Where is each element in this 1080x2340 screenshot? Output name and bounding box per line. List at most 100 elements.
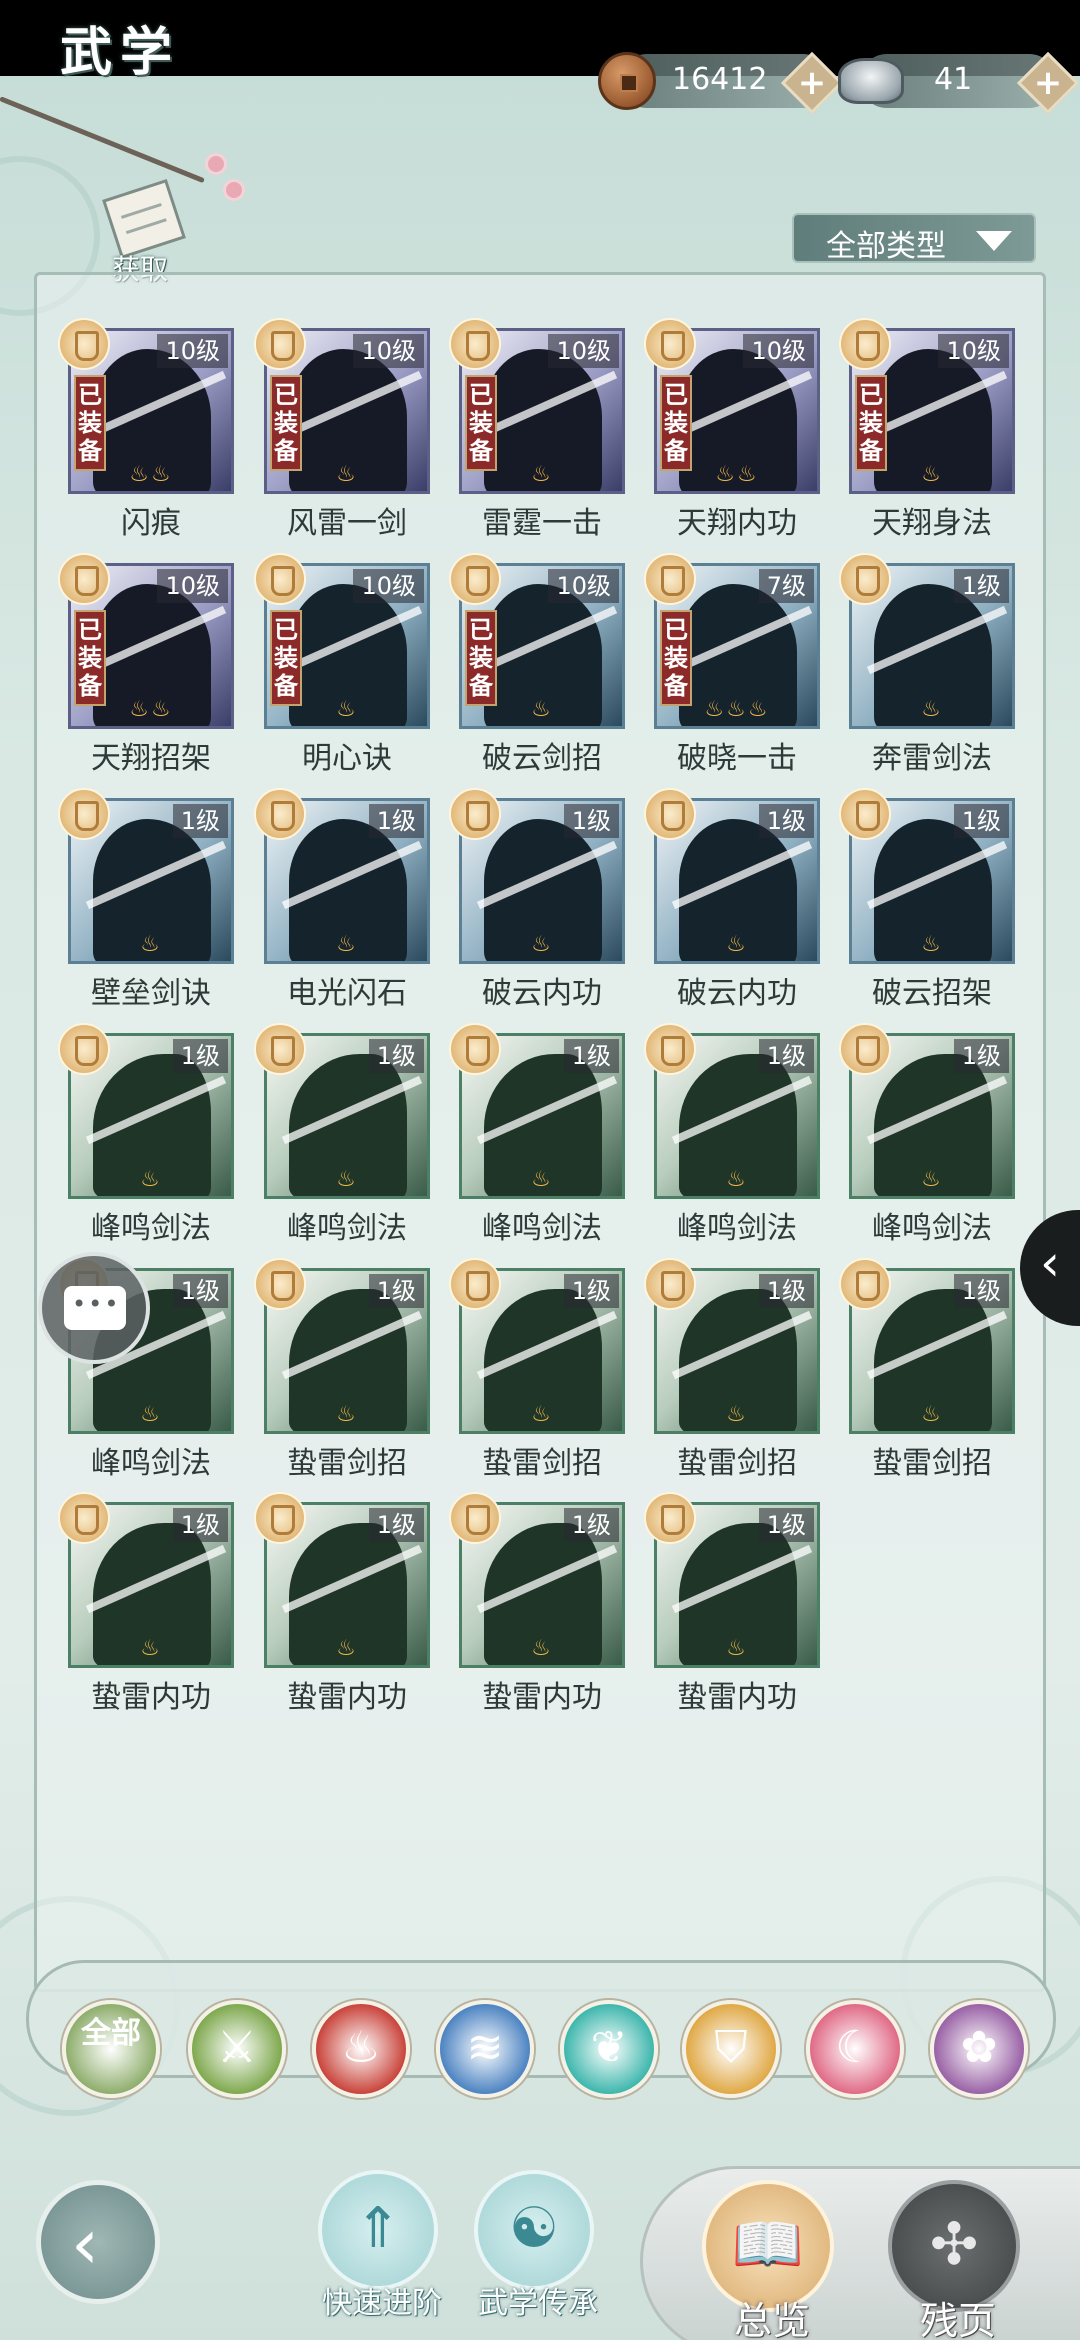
skill-card[interactable]: 1级 ♨ 破云内功: [449, 788, 625, 1013]
flame-rank-icon: ♨: [336, 1402, 358, 1427]
tab-overview[interactable]: 📖 总览: [702, 2180, 834, 2340]
inherit-button[interactable]: ☯ 武学传承: [474, 2170, 598, 2321]
flame-rank-icon: ♨: [140, 1167, 162, 1192]
skill-card[interactable]: 10级 已装备 ♨♨ 闪痕: [58, 318, 234, 543]
skill-card[interactable]: 10级 已装备 ♨♨ 天翔招架: [58, 553, 234, 778]
category-wave-button[interactable]: ≋: [436, 2000, 534, 2098]
category-moon-button[interactable]: ☾: [806, 2000, 904, 2098]
skill-name: 蛰雷剑招: [677, 1446, 797, 1481]
category-fire-button[interactable]: ♨: [312, 2000, 410, 2098]
skill-card[interactable]: 1级 ♨ 蛰雷剑招: [254, 1258, 430, 1483]
skill-card[interactable]: 1级 ♨ 蛰雷剑招: [839, 1258, 1015, 1483]
skill-card[interactable]: 1级 ♨ 蛰雷内功: [254, 1492, 430, 1717]
category-shield-button[interactable]: ⛉: [682, 2000, 780, 2098]
flame-rank-icon: ♨: [531, 1167, 553, 1192]
skill-card[interactable]: 1级 ♨ 蛰雷剑招: [644, 1258, 820, 1483]
skill-name: 破云招架: [872, 976, 992, 1011]
equipped-tag: 已装备: [660, 375, 692, 471]
shield-medal-icon: [839, 788, 891, 840]
skill-card[interactable]: 7级 已装备 ♨♨♨ 破晓一击: [644, 553, 820, 778]
skill-level-badge: 1级: [758, 1274, 814, 1308]
skill-card[interactable]: 1级 ♨ 奔雷剑法: [839, 553, 1015, 778]
flame-rank-icon: ♨: [531, 1402, 553, 1427]
skill-card[interactable]: 1级 ♨ 峰鸣剑法: [839, 1023, 1015, 1248]
skill-name: 峰鸣剑法: [677, 1211, 797, 1246]
flame-rank-icon: ♨: [531, 932, 553, 957]
category-all-button[interactable]: 全部: [62, 2000, 160, 2098]
skill-card[interactable]: 10级 已装备 ♨ 雷霆一击: [449, 318, 625, 543]
flame-rank-icon: ♨: [921, 932, 943, 957]
back-icon: ‹: [71, 2203, 99, 2285]
skill-level-badge: 1级: [172, 1274, 228, 1308]
flame-rank-icon: ♨: [921, 1402, 943, 1427]
skill-card[interactable]: 1级 ♨ 破云内功: [644, 788, 820, 1013]
skill-name: 峰鸣剑法: [287, 1211, 407, 1246]
skill-level-badge: 10级: [157, 334, 228, 368]
tab-overview-label: 总览: [733, 2299, 810, 2340]
category-rose-button[interactable]: ✿: [930, 2000, 1028, 2098]
shield-medal-icon: [58, 1023, 110, 1075]
skill-card[interactable]: 1级 ♨ 电光闪石: [254, 788, 430, 1013]
skill-level-badge: 1级: [563, 1039, 619, 1073]
skill-name: 蛰雷剑招: [482, 1446, 602, 1481]
blossom-decoration: [226, 182, 242, 198]
shield-medal-icon: [58, 788, 110, 840]
skill-card[interactable]: 1级 ♨ 蛰雷剑招: [449, 1258, 625, 1483]
skill-card[interactable]: 1级 ♨ 峰鸣剑法: [254, 1023, 430, 1248]
flame-rank-icon: ♨: [140, 1402, 162, 1427]
category-butterfly-button[interactable]: ❦: [560, 2000, 658, 2098]
flame-rank-icon: ♨: [726, 932, 748, 957]
skill-level-badge: 1级: [368, 1039, 424, 1073]
puzzle-icon: ✣: [929, 2210, 979, 2278]
shield-medal-icon: [839, 1258, 891, 1310]
skill-card[interactable]: 10级 已装备 ♨ 风雷一剑: [254, 318, 430, 543]
chevron-left-icon: ‹: [1040, 1234, 1060, 1292]
equipped-tag: 已装备: [855, 375, 887, 471]
skill-card[interactable]: 1级 ♨ 壁垒剑诀: [58, 788, 234, 1013]
fast-advance-button[interactable]: ⇑ 快速进阶: [318, 2170, 442, 2321]
equipped-tag: 已装备: [270, 375, 302, 471]
shield-medal-icon: [644, 553, 696, 605]
skill-card[interactable]: 1级 ♨ 破云招架: [839, 788, 1015, 1013]
flame-rank-icon: ♨: [336, 1636, 358, 1661]
shield-medal-icon: [644, 318, 696, 370]
flame-rank-icon: ♨♨: [129, 697, 173, 722]
skill-name: 峰鸣剑法: [91, 1446, 211, 1481]
blossom-decoration: [208, 156, 224, 172]
skill-level-badge: 1级: [368, 804, 424, 838]
tab-fragments-label: 残页: [919, 2299, 996, 2340]
skill-card[interactable]: 1级 ♨ 蛰雷内功: [58, 1492, 234, 1717]
back-button[interactable]: ‹: [36, 2180, 160, 2304]
shield-medal-icon: [58, 553, 110, 605]
flame-rank-icon: ♨: [921, 1167, 943, 1192]
skill-card[interactable]: 10级 已装备 ♨♨ 天翔内功: [644, 318, 820, 543]
skill-card[interactable]: 1级 ♨ 蛰雷内功: [644, 1492, 820, 1717]
shield-medal-icon: [449, 1023, 501, 1075]
skill-name: 蛰雷内功: [287, 1680, 407, 1715]
rose-icon: ✿: [960, 2022, 998, 2073]
skill-card[interactable]: 10级 已装备 ♨ 天翔身法: [839, 318, 1015, 543]
shield-medal-icon: [449, 788, 501, 840]
type-filter-dropdown[interactable]: 全部类型: [792, 213, 1036, 264]
skill-level-badge: 10级: [353, 334, 424, 368]
shield-medal-icon: [449, 318, 501, 370]
flame-rank-icon: ♨♨♨: [704, 697, 770, 722]
category-sword-button[interactable]: ⚔: [188, 2000, 286, 2098]
skill-name: 天翔招架: [91, 741, 211, 776]
skill-level-badge: 10级: [157, 569, 228, 603]
skill-level-badge: 1级: [368, 1274, 424, 1308]
skill-name: 风雷一剑: [287, 506, 407, 541]
shield-medal-icon: [58, 1492, 110, 1544]
flame-rank-icon: ♨: [531, 697, 553, 722]
skill-card[interactable]: 10级 已装备 ♨ 明心诀: [254, 553, 430, 778]
skill-card[interactable]: 1级 ♨ 峰鸣剑法: [449, 1023, 625, 1248]
skill-name: 峰鸣剑法: [482, 1211, 602, 1246]
silver-ingot-icon: [838, 58, 904, 104]
skill-card[interactable]: 1级 ♨ 峰鸣剑法: [644, 1023, 820, 1248]
tab-fragments[interactable]: ✣ 残页: [888, 2180, 1020, 2340]
skill-card[interactable]: 1级 ♨ 蛰雷内功: [449, 1492, 625, 1717]
chat-float-button[interactable]: [38, 1252, 150, 1364]
skill-card[interactable]: 1级 ♨ 峰鸣剑法: [58, 1023, 234, 1248]
shield-medal-icon: [644, 1023, 696, 1075]
skill-card[interactable]: 10级 已装备 ♨ 破云剑招: [449, 553, 625, 778]
